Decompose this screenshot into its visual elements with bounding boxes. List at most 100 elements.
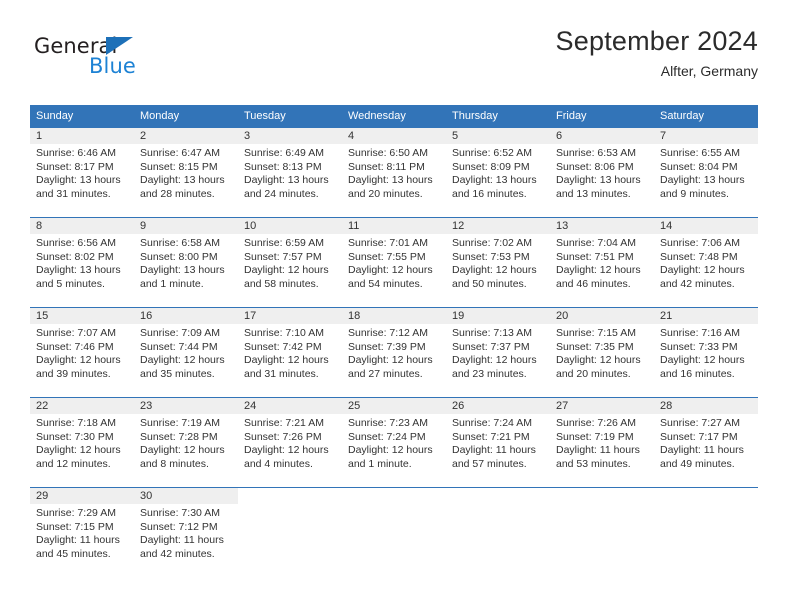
calendar-day-cell[interactable]: 26 Sunrise: 7:24 AM Sunset: 7:21 PM Dayligh… [446,397,550,481]
sunset-text: Sunset: 7:26 PM [244,430,322,443]
calendar-week-row: 1 Sunrise: 6:46 AM Sunset: 8:17 PM Daylight… [30,128,758,211]
calendar-day-cell[interactable]: 18 Sunrise: 7:12 AM Sunset: 7:39 PM Dayligh… [342,307,446,391]
daylight-text-line1: Daylight: 13 hours [36,174,121,187]
day-cell-content [446,488,550,571]
sunrise-text: Sunrise: 7:07 AM [36,327,116,339]
sunrise-text: Sunrise: 7:04 AM [556,237,636,249]
day-cell-content: 17 Sunrise: 7:10 AM Sunset: 7:42 PM Dayligh… [238,308,342,391]
sunrise-text: Sunrise: 7:10 AM [244,327,324,339]
day-number [550,488,654,504]
day-number: 2 [134,128,238,144]
sunrise-text: Sunrise: 7:16 AM [660,327,740,339]
day-cell-content: 3 Sunrise: 6:49 AM Sunset: 8:13 PM Daylight… [238,128,342,211]
daylight-text-line1: Daylight: 12 hours [660,354,745,367]
calendar-day-cell[interactable]: 27 Sunrise: 7:26 AM Sunset: 7:19 PM Dayligh… [550,397,654,481]
daylight-text-line2: and 16 minutes. [660,367,735,380]
day-number: 21 [654,308,758,324]
sunrise-text: Sunrise: 6:58 AM [140,237,220,249]
day-cell-content: 28 Sunrise: 7:27 AM Sunset: 7:17 PM Dayligh… [654,398,758,481]
daylight-text-line1: Daylight: 12 hours [556,264,641,277]
day-details: Sunrise: 6:52 AM Sunset: 8:09 PM Daylight:… [446,144,550,201]
day-number: 19 [446,308,550,324]
calendar-day-cell[interactable]: 2 Sunrise: 6:47 AM Sunset: 8:15 PM Daylight… [134,128,238,211]
daylight-text-line1: Daylight: 12 hours [36,354,121,367]
day-cell-content: 11 Sunrise: 7:01 AM Sunset: 7:55 PM Dayligh… [342,218,446,301]
daylight-text-line2: and 35 minutes. [140,367,215,380]
day-number: 22 [30,398,134,414]
calendar-day-cell[interactable]: 20 Sunrise: 7:15 AM Sunset: 7:35 PM Dayligh… [550,307,654,391]
calendar-day-cell[interactable]: 12 Sunrise: 7:02 AM Sunset: 7:53 PM Dayligh… [446,217,550,301]
calendar-day-cell[interactable]: 21 Sunrise: 7:16 AM Sunset: 7:33 PM Dayligh… [654,307,758,391]
weekday-header-monday: Monday [134,105,238,128]
day-number: 18 [342,308,446,324]
daylight-text-line1: Daylight: 12 hours [140,444,225,457]
calendar-page: General Blue September 2024 Alfter, Germ… [0,0,792,612]
sunset-text: Sunset: 7:57 PM [244,250,322,263]
daylight-text-line1: Daylight: 12 hours [36,444,121,457]
calendar-day-cell[interactable]: 3 Sunrise: 6:49 AM Sunset: 8:13 PM Daylight… [238,128,342,211]
day-cell-content: 7 Sunrise: 6:55 AM Sunset: 8:04 PM Daylight… [654,128,758,211]
calendar-day-cell[interactable]: 7 Sunrise: 6:55 AM Sunset: 8:04 PM Daylight… [654,128,758,211]
daylight-text-line1: Daylight: 12 hours [556,354,641,367]
day-details: Sunrise: 7:16 AM Sunset: 7:33 PM Daylight:… [654,324,758,381]
calendar-day-cell[interactable]: 23 Sunrise: 7:19 AM Sunset: 7:28 PM Dayligh… [134,397,238,481]
sunset-text: Sunset: 7:42 PM [244,340,322,353]
calendar-day-cell[interactable]: 8 Sunrise: 6:56 AM Sunset: 8:02 PM Daylight… [30,217,134,301]
day-cell-content: 1 Sunrise: 6:46 AM Sunset: 8:17 PM Daylight… [30,128,134,211]
calendar-day-cell[interactable]: 6 Sunrise: 6:53 AM Sunset: 8:06 PM Daylight… [550,128,654,211]
day-number: 11 [342,218,446,234]
sunrise-text: Sunrise: 7:18 AM [36,417,116,429]
calendar-day-cell[interactable]: 30 Sunrise: 7:30 AM Sunset: 7:12 PM Dayligh… [134,487,238,571]
calendar-day-cell[interactable]: 25 Sunrise: 7:23 AM Sunset: 7:24 PM Dayligh… [342,397,446,481]
sunset-text: Sunset: 7:21 PM [452,430,530,443]
sunset-text: Sunset: 8:04 PM [660,160,738,173]
calendar-day-cell[interactable]: 17 Sunrise: 7:10 AM Sunset: 7:42 PM Dayligh… [238,307,342,391]
weekday-header-wednesday: Wednesday [342,105,446,128]
calendar-day-cell[interactable]: 22 Sunrise: 7:18 AM Sunset: 7:30 PM Dayligh… [30,397,134,481]
calendar-day-cell[interactable]: 14 Sunrise: 7:06 AM Sunset: 7:48 PM Dayligh… [654,217,758,301]
calendar-empty-cell [654,487,758,571]
calendar-day-cell[interactable]: 19 Sunrise: 7:13 AM Sunset: 7:37 PM Dayligh… [446,307,550,391]
calendar-week-row: 8 Sunrise: 6:56 AM Sunset: 8:02 PM Daylight… [30,217,758,301]
day-details: Sunrise: 7:23 AM Sunset: 7:24 PM Daylight:… [342,414,446,471]
sunset-text: Sunset: 8:09 PM [452,160,530,173]
daylight-text-line1: Daylight: 12 hours [452,264,537,277]
calendar-day-cell[interactable]: 28 Sunrise: 7:27 AM Sunset: 7:17 PM Dayligh… [654,397,758,481]
sunrise-text: Sunrise: 7:02 AM [452,237,532,249]
daylight-text-line1: Daylight: 12 hours [452,354,537,367]
calendar-day-cell[interactable]: 24 Sunrise: 7:21 AM Sunset: 7:26 PM Dayligh… [238,397,342,481]
calendar-day-cell[interactable]: 5 Sunrise: 6:52 AM Sunset: 8:09 PM Daylight… [446,128,550,211]
sunset-text: Sunset: 7:28 PM [140,430,218,443]
sunset-text: Sunset: 7:15 PM [36,520,114,533]
day-number: 17 [238,308,342,324]
day-cell-content: 21 Sunrise: 7:16 AM Sunset: 7:33 PM Dayligh… [654,308,758,391]
calendar-day-cell[interactable]: 1 Sunrise: 6:46 AM Sunset: 8:17 PM Daylight… [30,128,134,211]
daylight-text-line2: and 13 minutes. [556,187,631,200]
daylight-text-line2: and 58 minutes. [244,277,319,290]
calendar-day-cell[interactable]: 15 Sunrise: 7:07 AM Sunset: 7:46 PM Dayligh… [30,307,134,391]
calendar-day-cell[interactable]: 13 Sunrise: 7:04 AM Sunset: 7:51 PM Dayligh… [550,217,654,301]
calendar-day-cell[interactable]: 4 Sunrise: 6:50 AM Sunset: 8:11 PM Daylight… [342,128,446,211]
day-cell-content: 8 Sunrise: 6:56 AM Sunset: 8:02 PM Daylight… [30,218,134,301]
sunset-text: Sunset: 7:33 PM [660,340,738,353]
daylight-text-line2: and 57 minutes. [452,457,527,470]
weekday-header-friday: Friday [550,105,654,128]
calendar-day-cell[interactable]: 29 Sunrise: 7:29 AM Sunset: 7:15 PM Dayligh… [30,487,134,571]
day-details: Sunrise: 6:47 AM Sunset: 8:15 PM Daylight:… [134,144,238,201]
day-details: Sunrise: 7:04 AM Sunset: 7:51 PM Daylight:… [550,234,654,291]
day-details: Sunrise: 7:01 AM Sunset: 7:55 PM Daylight:… [342,234,446,291]
sunrise-text: Sunrise: 6:53 AM [556,147,636,159]
daylight-text-line2: and 12 minutes. [36,457,111,470]
daylight-text-line2: and 53 minutes. [556,457,631,470]
calendar-day-cell[interactable]: 9 Sunrise: 6:58 AM Sunset: 8:00 PM Daylight… [134,217,238,301]
calendar-day-cell[interactable]: 11 Sunrise: 7:01 AM Sunset: 7:55 PM Dayligh… [342,217,446,301]
daylight-text-line2: and 27 minutes. [348,367,423,380]
day-number: 15 [30,308,134,324]
calendar-day-cell[interactable]: 16 Sunrise: 7:09 AM Sunset: 7:44 PM Dayligh… [134,307,238,391]
daylight-text-line2: and 1 minute. [348,457,412,470]
weekday-header-saturday: Saturday [654,105,758,128]
day-number [238,488,342,504]
sunset-text: Sunset: 8:17 PM [36,160,114,173]
calendar-day-cell[interactable]: 10 Sunrise: 6:59 AM Sunset: 7:57 PM Dayligh… [238,217,342,301]
day-cell-content: 23 Sunrise: 7:19 AM Sunset: 7:28 PM Dayligh… [134,398,238,481]
